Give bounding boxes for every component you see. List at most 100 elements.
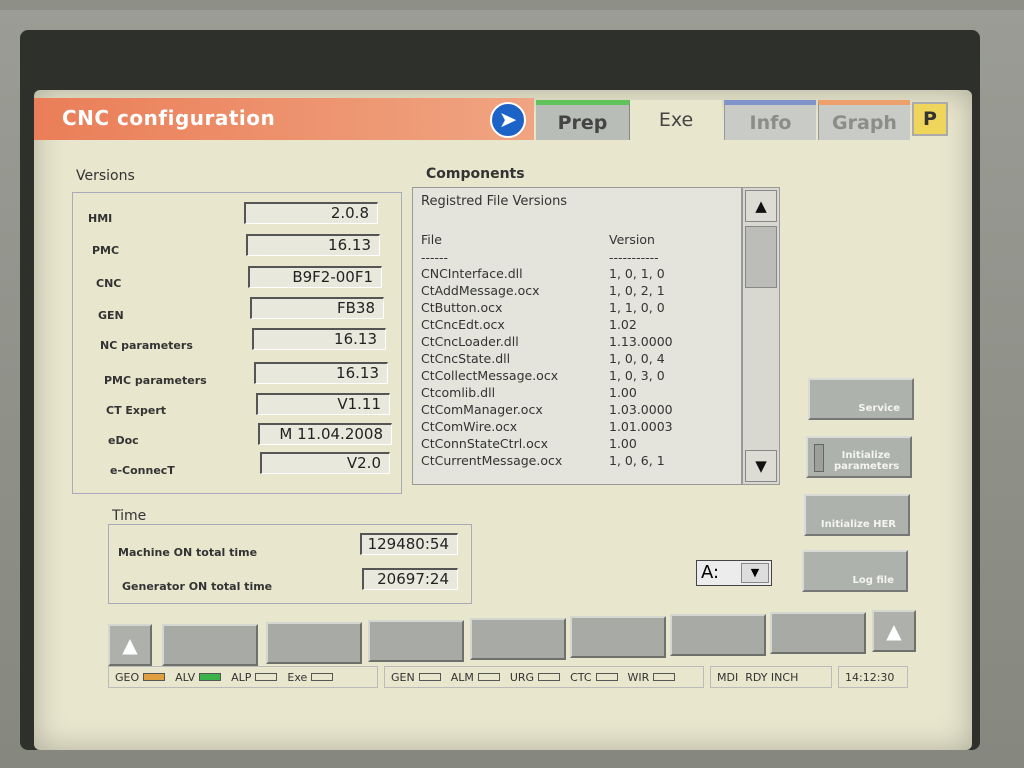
- file-name: CtCncLoader.dll: [421, 334, 519, 349]
- version-label-cnc: CNC: [96, 277, 122, 290]
- version-label-pmc: PMC: [92, 244, 120, 257]
- monitor-frame: CNC configuration ➤ Prep Exe Info Graph …: [20, 30, 980, 750]
- geo-indicator-icon: [143, 673, 166, 681]
- version-value-edoc: M 11.04.2008: [258, 423, 392, 445]
- list-item[interactable]: CtConnStateCtrl.ocx 1.00: [421, 436, 637, 453]
- generator-on-label: Generator ON total time: [122, 580, 273, 593]
- status-ctc-label: CTC: [570, 670, 592, 684]
- status-clock: 14:12:30: [838, 666, 908, 688]
- components-heading: Components: [426, 166, 525, 182]
- softkey-5[interactable]: [570, 616, 666, 658]
- gen-indicator-icon: [418, 673, 441, 681]
- chevron-down-icon[interactable]: ▼: [741, 563, 769, 583]
- softkey-4[interactable]: [470, 618, 566, 660]
- version-label-gen: GEN: [98, 309, 124, 322]
- page-title: CNC configuration: [62, 106, 276, 130]
- separator-file: ------: [421, 250, 449, 265]
- status-mode: MDI RDY INCH: [710, 666, 832, 688]
- file-name: CtButton.ocx: [421, 300, 503, 315]
- toggle-indicator-icon: [814, 444, 824, 472]
- alv-indicator-icon: [199, 673, 222, 681]
- components-list[interactable]: Registred File Versions File Version ----…: [412, 187, 742, 485]
- status-gen-label: GEN: [391, 670, 415, 684]
- components-list-title: Registred File Versions: [421, 194, 568, 209]
- service-button[interactable]: Service: [808, 378, 914, 420]
- machine-on-label: Machine ON total time: [118, 546, 258, 559]
- file-version: 1, 1, 0, 0: [609, 300, 665, 315]
- components-scrollbar[interactable]: ▲ ▼: [742, 187, 780, 485]
- version-label-pmc-parameters: PMC parameters: [104, 374, 207, 387]
- status-bar: GEO ALV ALP Exe GEN ALM URG CTC WIR MDI …: [108, 666, 908, 692]
- time-heading: Time: [112, 508, 147, 524]
- scroll-thumb[interactable]: [745, 226, 777, 288]
- file-version: 1, 0, 6, 1: [609, 453, 665, 468]
- list-item[interactable]: CNCInterface.dll 1, 0, 1, 0: [421, 266, 665, 283]
- softkey-right-arrow-icon[interactable]: ▲: [872, 610, 916, 652]
- status-alm-label: ALM: [450, 670, 474, 684]
- scroll-down-arrow-icon[interactable]: ▼: [745, 450, 777, 482]
- version-value-e-connect: V2.0: [260, 452, 390, 474]
- scroll-up-arrow-icon[interactable]: ▲: [745, 190, 777, 222]
- separator-version: -----------: [609, 250, 659, 265]
- file-version: 1, 0, 1, 0: [609, 266, 665, 281]
- tab-prep[interactable]: Prep: [536, 100, 630, 140]
- ctc-indicator-icon: [595, 673, 618, 681]
- file-version: 1, 0, 2, 1: [609, 283, 665, 298]
- initialize-parameters-button[interactable]: Initialize parameters: [806, 436, 912, 478]
- list-item[interactable]: Ctcomlib.dll 1.00: [421, 385, 637, 402]
- version-label-edoc: eDoc: [108, 434, 139, 447]
- file-name: CNCInterface.dll: [421, 266, 523, 281]
- status-group-1: GEO ALV ALP Exe: [108, 666, 378, 688]
- softkey-1[interactable]: [162, 624, 258, 666]
- navigation-arrow-icon[interactable]: ➤: [490, 102, 526, 138]
- softkey-7[interactable]: [770, 612, 866, 654]
- file-version: 1.02: [609, 317, 637, 332]
- file-name: CtCncState.dll: [421, 351, 511, 366]
- list-item[interactable]: CtCncState.dll 1, 0, 0, 4: [421, 351, 665, 368]
- tab-p[interactable]: P: [912, 102, 948, 136]
- list-item[interactable]: CtComManager.ocx 1.03.0000: [421, 402, 673, 419]
- initialize-her-button[interactable]: Initialize HER: [804, 494, 910, 536]
- file-version: 1.13.0000: [609, 334, 673, 349]
- status-group-2: GEN ALM URG CTC WIR: [384, 666, 704, 688]
- status-geo-label: GEO: [115, 670, 140, 684]
- file-version: 1.00: [609, 385, 637, 400]
- hmi-screen: CNC configuration ➤ Prep Exe Info Graph …: [34, 90, 972, 750]
- file-name: CtCncEdt.ocx: [421, 317, 505, 332]
- list-item[interactable]: CtCollectMessage.ocx 1, 0, 3, 0: [421, 368, 665, 385]
- wir-indicator-icon: [653, 673, 676, 681]
- status-alv-label: ALV: [175, 670, 196, 684]
- softkey-3[interactable]: [368, 620, 464, 662]
- alp-indicator-icon: [255, 673, 278, 681]
- tab-graph[interactable]: Graph: [818, 100, 910, 140]
- tab-exe[interactable]: Exe: [630, 100, 722, 140]
- list-item[interactable]: CtButton.ocx 1, 1, 0, 0: [421, 300, 665, 317]
- file-version: 1.00: [609, 436, 637, 451]
- list-item[interactable]: CtAddMessage.ocx 1, 0, 2, 1: [421, 283, 665, 300]
- list-item[interactable]: CtCurrentMessage.ocx 1, 0, 6, 1: [421, 453, 665, 470]
- file-version: 1.01.0003: [609, 419, 673, 434]
- version-value-nc-parameters: 16.13: [252, 328, 386, 350]
- version-value-cnc: B9F2-00F1: [248, 266, 382, 288]
- softkey-left-arrow-icon[interactable]: ▲: [108, 624, 152, 666]
- version-value-ct-expert: V1.11: [256, 393, 390, 415]
- softkey-6[interactable]: [670, 614, 766, 656]
- urg-indicator-icon: [538, 673, 561, 681]
- components-separator-row: ------ -----------: [421, 250, 659, 267]
- list-item[interactable]: CtCncEdt.ocx 1.02: [421, 317, 637, 334]
- file-name: CtConnStateCtrl.ocx: [421, 436, 549, 451]
- list-item[interactable]: CtComWire.ocx 1.01.0003: [421, 419, 673, 436]
- file-version: 1, 0, 0, 4: [609, 351, 665, 366]
- list-item[interactable]: CtCncLoader.dll 1.13.0000: [421, 334, 673, 351]
- version-label-ct-expert: CT Expert: [106, 404, 167, 417]
- status-wir-label: WIR: [627, 670, 650, 684]
- tab-info[interactable]: Info: [724, 100, 816, 140]
- exe-indicator-icon: [311, 673, 334, 681]
- initialize-parameters-label: Initialize parameters: [834, 450, 900, 472]
- log-file-button[interactable]: Log file: [802, 550, 908, 592]
- file-name: CtAddMessage.ocx: [421, 283, 540, 298]
- drive-select[interactable]: A: ▼: [696, 560, 772, 586]
- softkey-2[interactable]: [266, 622, 362, 664]
- alm-indicator-icon: [477, 673, 500, 681]
- file-name: Ctcomlib.dll: [421, 385, 496, 400]
